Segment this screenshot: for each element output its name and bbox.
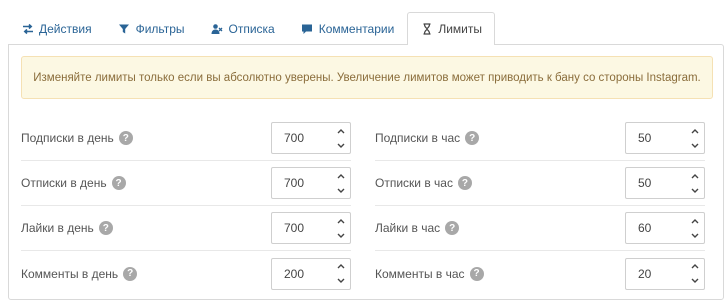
help-icon[interactable]: ? xyxy=(469,266,484,281)
limit-row-comments-day: Комменты в день? xyxy=(21,251,351,296)
limit-row-likes-hour: Лайки в час? xyxy=(375,206,705,251)
spinner-up-icon[interactable] xyxy=(332,168,350,183)
limit-row-likes-day: Лайки в день? xyxy=(21,206,351,251)
likes-per-hour-field xyxy=(625,212,705,244)
help-icon[interactable]: ? xyxy=(445,221,460,235)
limit-label: Комменты в час xyxy=(375,266,465,281)
comment-icon xyxy=(301,22,314,35)
likes-per-day-input[interactable] xyxy=(272,213,332,243)
tab-actions[interactable]: Действия xyxy=(8,12,105,44)
limit-label: Подписки в день xyxy=(21,131,114,145)
limit-label: Лайки в день xyxy=(21,221,94,235)
help-icon[interactable]: ? xyxy=(111,176,126,190)
follows-per-hour-field xyxy=(625,122,705,154)
limit-row-unfollows-hour: Отписки в час? xyxy=(375,161,705,206)
spinner-down-icon[interactable] xyxy=(686,138,704,153)
spinner-up-icon[interactable] xyxy=(332,213,350,228)
limit-label: Подписки в час xyxy=(375,131,461,145)
likes-per-day-field xyxy=(271,212,351,244)
exchange-arrows-icon xyxy=(21,22,34,35)
spinner-up-icon[interactable] xyxy=(686,213,704,228)
hourglass-icon xyxy=(420,23,433,36)
follows-per-day-input[interactable] xyxy=(272,123,332,153)
tab-limits[interactable]: Лимиты xyxy=(407,12,495,45)
tab-label: Фильтры xyxy=(135,21,185,36)
likes-per-hour-input[interactable] xyxy=(626,213,686,243)
follows-per-hour-input[interactable] xyxy=(626,123,686,153)
warning-alert: Изменяйте лимиты только если вы абсолютн… xyxy=(21,56,713,99)
limit-label: Лайки в час xyxy=(375,221,441,235)
limit-label: Комменты в день xyxy=(21,266,119,281)
unfollows-per-day-input[interactable] xyxy=(272,168,332,198)
user-remove-icon xyxy=(211,22,224,35)
tab-filters[interactable]: Фильтры xyxy=(105,12,198,44)
spinner-up-icon[interactable] xyxy=(332,259,350,274)
help-icon[interactable]: ? xyxy=(98,221,113,235)
spinner-down-icon[interactable] xyxy=(332,228,350,243)
spinner-down-icon[interactable] xyxy=(686,274,704,289)
follows-per-day-field xyxy=(271,122,351,154)
limit-row-follows-day: Подписки в день? xyxy=(21,116,351,161)
comments-per-hour-field xyxy=(625,257,705,290)
help-icon[interactable]: ? xyxy=(465,131,480,145)
limit-row-comments-hour: Комменты в час? xyxy=(375,251,705,296)
tab-unfollow[interactable]: Отписка xyxy=(198,12,288,44)
daily-limits-column: Подписки в день? Отписки в день? Лайки в… xyxy=(21,116,351,296)
tab-label: Комментарии xyxy=(318,21,395,36)
hourly-limits-column: Подписки в час? Отписки в час? Лайки в ч… xyxy=(375,116,705,296)
alert-text: Изменяйте лимиты только если вы абсолютн… xyxy=(33,71,701,84)
spinner-down-icon[interactable] xyxy=(332,138,350,153)
limit-label: Отписки в день xyxy=(21,176,107,190)
unfollows-per-hour-input[interactable] xyxy=(626,168,686,198)
limit-row-follows-hour: Подписки в час? xyxy=(375,116,705,161)
help-icon[interactable]: ? xyxy=(118,131,133,145)
unfollows-per-hour-field xyxy=(625,167,705,199)
filter-icon xyxy=(118,22,131,35)
tab-bar: Действия Фильтры Отписка Комментарии Лим… xyxy=(8,12,495,45)
help-icon[interactable]: ? xyxy=(457,176,472,190)
comments-per-day-input[interactable] xyxy=(272,258,332,289)
comments-per-hour-input[interactable] xyxy=(626,258,686,289)
limit-label: Отписки в час xyxy=(375,176,453,190)
limits-panel: Изменяйте лимиты только если вы абсолютн… xyxy=(8,44,724,300)
tab-label: Лимиты xyxy=(438,22,482,36)
tab-label: Отписка xyxy=(228,21,275,36)
spinner-up-icon[interactable] xyxy=(686,123,704,138)
comments-per-day-field xyxy=(271,257,351,290)
spinner-up-icon[interactable] xyxy=(686,168,704,183)
tab-label: Действия xyxy=(39,21,92,36)
spinner-down-icon[interactable] xyxy=(686,183,704,198)
spinner-down-icon[interactable] xyxy=(332,274,350,289)
limit-row-unfollows-day: Отписки в день? xyxy=(21,161,351,206)
unfollows-per-day-field xyxy=(271,167,351,199)
tab-comments[interactable]: Комментарии xyxy=(288,12,408,44)
spinner-up-icon[interactable] xyxy=(686,259,704,274)
spinner-down-icon[interactable] xyxy=(332,183,350,198)
spinner-up-icon[interactable] xyxy=(332,123,350,138)
help-icon[interactable]: ? xyxy=(123,266,138,281)
spinner-down-icon[interactable] xyxy=(686,228,704,243)
